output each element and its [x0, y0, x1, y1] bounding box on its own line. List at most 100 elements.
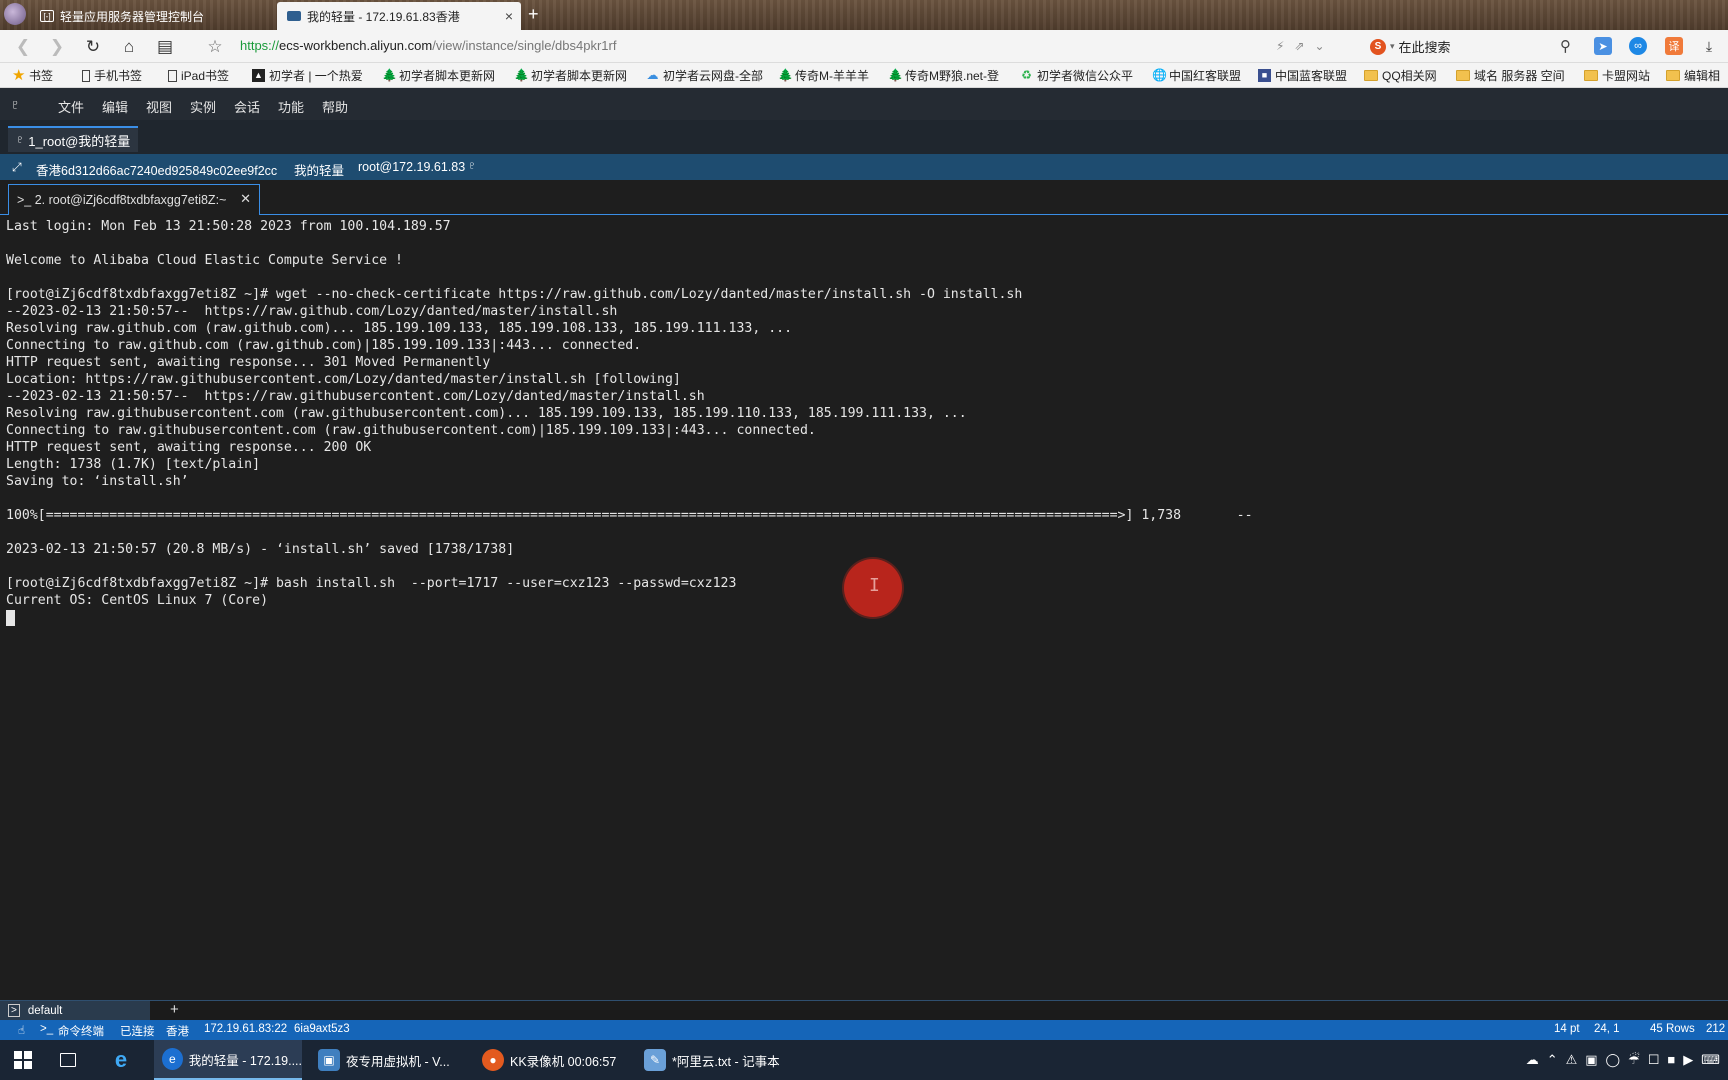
- instance-id: 香港6d312d66ac7240ed925849c02ee9f2cc: [36, 164, 278, 178]
- status-address: 172.19.61.83:22: [204, 1023, 288, 1035]
- terminal-line: Welcome to Alibaba Cloud Elastic Compute…: [6, 253, 403, 268]
- taskbar-app[interactable]: ✎ *阿里云.txt - 记事本: [636, 1040, 796, 1080]
- text-cursor-icon: I: [869, 575, 880, 596]
- terminal-tab-label: >_ 2. root@iZj6cdf8txdbfaxgg7eti8Z:~: [17, 193, 227, 207]
- wechat-icon: ♻: [1021, 68, 1032, 82]
- terminal-line: Resolving raw.github.com (raw.github.com…: [6, 321, 793, 336]
- search-icon[interactable]: ⚲: [1560, 37, 1571, 55]
- bookmark-item[interactable]: QQ相关网: [1364, 67, 1437, 84]
- menu-instance[interactable]: 实例: [190, 97, 216, 116]
- url-field[interactable]: https://ecs-workbench.aliyun.com/view/in…: [240, 38, 616, 53]
- forward-icon[interactable]: ❯: [46, 36, 68, 58]
- browser-tab-title: 轻量应用服务器管理控制台: [60, 9, 205, 24]
- instance-name: 我的轻量: [294, 164, 345, 178]
- console-icon: [-]: [40, 10, 54, 22]
- bookmark-item[interactable]: 🌲 初学者脚本更新网: [382, 67, 495, 84]
- bookmark-item[interactable]: iPad书签: [168, 67, 229, 84]
- search-engine-icon[interactable]: S: [1370, 38, 1386, 55]
- instance-user: root@172.19.61.83: [358, 160, 466, 174]
- bookmark-item[interactable]: 卡盟网站: [1584, 67, 1650, 84]
- bookmark-item[interactable]: 编辑相: [1666, 67, 1720, 84]
- terminal-lines: Last login: Mon Feb 13 21:50:28 2023 fro…: [6, 218, 1253, 609]
- reader-icon[interactable]: ▤: [154, 36, 176, 58]
- translate-icon[interactable]: 译: [1665, 37, 1683, 55]
- bookmark-star-icon[interactable]: ☆: [204, 36, 226, 58]
- terminal-line: [root@iZj6cdf8txdbfaxgg7eti8Z ~]# wget -…: [6, 287, 1023, 302]
- extension-infinity-icon[interactable]: ∞: [1629, 37, 1647, 55]
- collapse-icon[interactable]: ⤢: [12, 160, 22, 175]
- bookmark-item[interactable]: 手机书签: [82, 67, 142, 84]
- browser-tab-console[interactable]: [-] 轻量应用服务器管理控制台: [30, 2, 275, 30]
- instance-info-bar: ⤢ 香港6d312d66ac7240ed925849c02ee9f2cc 我的轻…: [0, 154, 1728, 180]
- menu-function[interactable]: 功能: [278, 97, 304, 116]
- search-box[interactable]: S ▾ 在此搜索: [1370, 37, 1451, 56]
- bookmark-item[interactable]: ♻ 初学者微信公众平: [1020, 67, 1133, 84]
- back-icon[interactable]: ❮: [12, 36, 34, 58]
- status-font-size[interactable]: 14 pt: [1554, 1023, 1580, 1035]
- bookmark-item[interactable]: 🌐 中国红客联盟: [1152, 67, 1241, 84]
- taskbar-app[interactable]: ● KK录像机 00:06:57: [474, 1040, 624, 1080]
- terminal-tab[interactable]: >_ 2. root@iZj6cdf8txdbfaxgg7eti8Z:~ ✕: [8, 184, 260, 215]
- pointer-icon[interactable]: ☝: [18, 1023, 25, 1037]
- status-instance-id: 6ia9axt5z3: [294, 1023, 350, 1035]
- menu-edit[interactable]: 编辑: [102, 97, 128, 116]
- reload-icon[interactable]: ↻: [82, 36, 104, 58]
- terminal-output[interactable]: Last login: Mon Feb 13 21:50:28 2023 fro…: [0, 215, 1728, 1000]
- terminal-line: Length: 1738 (1.7K) [text/plain]: [6, 457, 261, 472]
- extension-bird-icon[interactable]: ➤: [1594, 37, 1612, 55]
- task-view-button[interactable]: [54, 1040, 76, 1080]
- taskbar-app[interactable]: e 我的轻量 - 172.19....: [154, 1040, 302, 1080]
- vm-icon: ▣: [318, 1049, 340, 1071]
- bookmark-item[interactable]: 🌲 传奇M-羊羊羊: [778, 67, 869, 84]
- profile-avatar[interactable]: [4, 3, 26, 25]
- terminal-line: Last login: Mon Feb 13 21:50:28 2023 fro…: [6, 219, 451, 234]
- terminal-app-icon: [287, 11, 301, 21]
- terminal-line: Connecting to raw.githubusercontent.com …: [6, 423, 816, 438]
- bookmark-item[interactable]: 🌲 传奇M野狼.net-登: [888, 67, 999, 84]
- terminal-line: HTTP request sent, awaiting response... …: [6, 440, 372, 455]
- status-region: 香港: [166, 1026, 189, 1038]
- taskbar-app[interactable]: ▣ 夜专用虚拟机 - V...: [310, 1040, 460, 1080]
- bookmark-item[interactable]: ▲ 初学者 | 一个热爱: [252, 67, 363, 84]
- linux-penguin-icon: ♇: [16, 134, 25, 146]
- session-default[interactable]: > default: [0, 1001, 150, 1020]
- new-tab-button[interactable]: +: [528, 4, 539, 25]
- chevron-down-icon[interactable]: ▾: [1390, 41, 1395, 52]
- terminal-line: Current OS: CentOS Linux 7 (Core): [6, 593, 269, 608]
- status-bar: ☝ >_ 命令终端 已连接 香港 172.19.61.83:22 6ia9axt…: [0, 1020, 1728, 1040]
- url-action-icons[interactable]: ⚡⇗⌄: [1276, 39, 1335, 53]
- terminal-line: 100%[===================================…: [6, 508, 1253, 523]
- menu-file[interactable]: 文件: [58, 97, 84, 116]
- menu-view[interactable]: 视图: [146, 97, 172, 116]
- start-button[interactable]: [14, 1051, 32, 1069]
- ie-button[interactable]: e: [104, 1040, 132, 1080]
- bookmark-item[interactable]: ☁ 初学者云网盘-全部: [646, 67, 764, 84]
- site-icon: ■: [1258, 69, 1271, 82]
- download-icon[interactable]: ⤓: [1700, 37, 1718, 55]
- site-icon: ▲: [252, 69, 265, 82]
- search-placeholder: 在此搜索: [1398, 40, 1451, 55]
- menu-session[interactable]: 会话: [234, 97, 260, 116]
- home-icon[interactable]: ⌂: [118, 36, 140, 58]
- url-scheme: https://: [240, 38, 280, 53]
- bookmark-item[interactable]: 域名 服务器 空间: [1456, 67, 1565, 84]
- terminal-line: Resolving raw.githubusercontent.com (raw…: [6, 406, 967, 421]
- terminal-line: Connecting to raw.github.com (raw.github…: [6, 338, 642, 353]
- terminal-line: Saving to: ‘install.sh’: [6, 474, 189, 489]
- task-view-icon: [60, 1053, 76, 1067]
- tree-icon: 🌲: [514, 68, 529, 82]
- menu-help[interactable]: 帮助: [322, 97, 348, 116]
- bookmark-item[interactable]: ★ 书签: [12, 67, 53, 84]
- terminal-line: --2023-02-13 21:50:57-- https://raw.gith…: [6, 389, 705, 404]
- session-tab[interactable]: ♇ 1_root@我的轻量: [8, 126, 139, 152]
- add-session-button[interactable]: +: [170, 1001, 179, 1018]
- browser-tab-terminal[interactable]: 我的轻量 - 172.19.61.83香港 ×: [277, 2, 521, 30]
- close-tab-icon[interactable]: ×: [505, 8, 513, 24]
- close-icon[interactable]: ✕: [240, 191, 251, 207]
- system-tray[interactable]: ☁⌃⚠▣◯☔☐■▶⌨: [1526, 1052, 1728, 1068]
- bookmark-item[interactable]: 🌲 初学者脚本更新网: [514, 67, 627, 84]
- bookmark-item[interactable]: ■ 中国蓝客联盟: [1258, 67, 1347, 84]
- phone-icon: [82, 69, 90, 82]
- workbench-menu-bar: ♇ 文件 编辑 视图 实例 会话 功能 帮助: [0, 88, 1728, 120]
